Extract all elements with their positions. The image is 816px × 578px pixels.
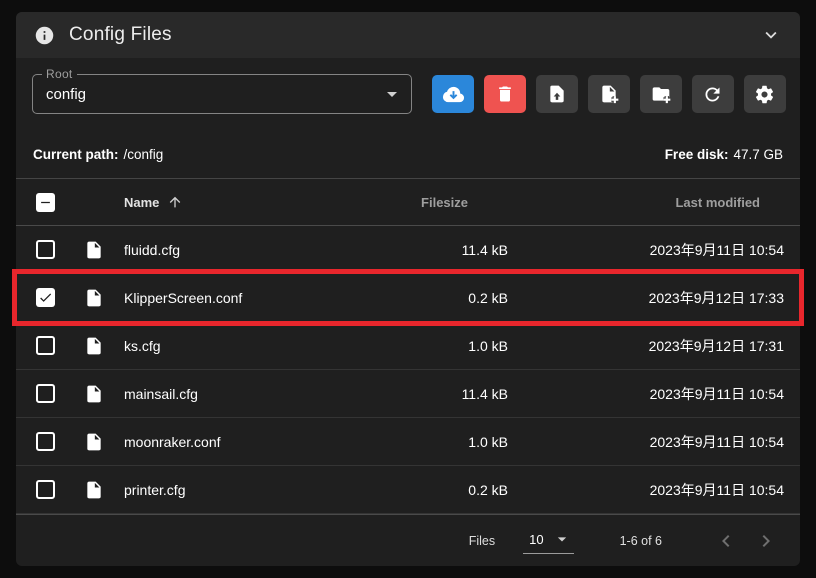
current-path-value: /config [124,147,164,162]
info-icon[interactable] [34,25,55,46]
file-row-ks-cfg[interactable]: ks.cfg 1.0 kB 2023年9月12日 17:31 [16,322,800,370]
per-page-value: 10 [529,532,543,547]
file-arrow-up-icon [547,84,567,104]
chevron-left-icon [714,529,738,553]
settings-button[interactable] [744,75,786,113]
file-row-klipperscreen-conf[interactable]: KlipperScreen.conf 0.2 kB 2023年9月12日 17:… [16,274,800,322]
root-select-value: config [46,86,86,103]
per-page-select[interactable]: 10 [523,527,573,554]
file-row-moonraker-conf[interactable]: moonraker.conf 1.0 kB 2023年9月11日 10:54 [16,418,800,466]
file-modified: 2023年9月11日 10:54 [650,384,784,404]
collapse-panel-button[interactable] [760,24,782,46]
chevron-right-icon [754,529,778,553]
panel-title: Config Files [69,24,172,46]
sort-arrow-up-icon [167,194,183,210]
file-size: 1.0 kB [468,338,508,354]
row-checkbox[interactable] [36,240,55,259]
toolbar: Root config [16,58,800,130]
pagination-range: 1-6 of 6 [620,534,662,548]
upload-file-button[interactable] [536,75,578,113]
refresh-icon [702,84,723,105]
row-checkbox[interactable] [36,432,55,451]
file-name: ks.cfg [124,338,161,354]
root-select[interactable]: Root config [32,74,412,114]
panel-header: Config Files [16,12,800,58]
trash-icon [495,84,515,104]
gear-icon [754,84,775,105]
file-plus-icon [599,84,619,104]
file-name: fluidd.cfg [124,242,180,258]
create-file-button[interactable] [588,75,630,113]
column-header-name[interactable]: Name [124,194,378,210]
free-disk-value: 47.7 GB [733,147,783,162]
folder-plus-icon [651,84,671,104]
file-icon [84,432,104,452]
file-icon [84,480,104,500]
cloud-download-button[interactable] [432,75,474,113]
file-name: mainsail.cfg [124,386,198,402]
refresh-button[interactable] [692,75,734,113]
file-modified: 2023年9月12日 17:31 [649,336,784,356]
file-name: moonraker.conf [124,434,221,450]
file-icon [84,384,104,404]
chevron-down-icon [552,529,572,549]
chevron-down-icon [380,82,404,106]
column-header-last-modified[interactable]: Last modified [508,195,800,210]
file-row-fluidd-cfg[interactable]: fluidd.cfg 11.4 kB 2023年9月11日 10:54 [16,226,800,274]
row-checkbox[interactable] [36,288,55,307]
free-disk-label: Free disk: [665,147,729,162]
root-select-label: Root [42,67,77,81]
status-bar: Current path: /config Free disk: 47.7 GB [16,130,800,179]
file-modified: 2023年9月12日 17:33 [649,288,784,308]
check-icon [38,290,53,305]
cloud-arrow-down-icon [442,83,465,106]
create-folder-button[interactable] [640,75,682,113]
free-disk: Free disk: 47.7 GB [665,147,783,162]
delete-button[interactable] [484,75,526,113]
file-size: 1.0 kB [468,434,508,450]
current-path: Current path: /config [33,147,163,162]
table-footer: Files 10 1-6 of 6 [16,514,800,566]
file-size: 11.4 kB [462,386,508,402]
row-checkbox[interactable] [36,336,55,355]
file-size: 11.4 kB [462,242,508,258]
file-modified: 2023年9月11日 10:54 [650,480,784,500]
file-modified: 2023年9月11日 10:54 [650,432,784,452]
file-size: 0.2 kB [468,482,508,498]
file-icon [84,288,104,308]
file-row-mainsail-cfg[interactable]: mainsail.cfg 11.4 kB 2023年9月11日 10:54 [16,370,800,418]
row-checkbox[interactable] [36,480,55,499]
select-all-checkbox[interactable] [36,193,55,212]
column-header-filesize[interactable]: Filesize [378,195,508,210]
row-checkbox[interactable] [36,384,55,403]
current-path-label: Current path: [33,147,119,162]
file-name: KlipperScreen.conf [124,290,242,306]
file-size: 0.2 kB [468,290,508,306]
file-icon [84,240,104,260]
file-row-printer-cfg[interactable]: printer.cfg 0.2 kB 2023年9月11日 10:54 [16,466,800,514]
next-page-button[interactable] [754,529,778,553]
minus-icon [38,195,53,210]
config-files-panel: Config Files Root config [16,12,800,566]
previous-page-button[interactable] [714,529,738,553]
table-header-row: Name Filesize Last modified [16,179,800,226]
file-name: printer.cfg [124,482,185,498]
file-modified: 2023年9月11日 10:54 [650,240,784,260]
files-per-page-label: Files [469,534,495,548]
file-icon [84,336,104,356]
